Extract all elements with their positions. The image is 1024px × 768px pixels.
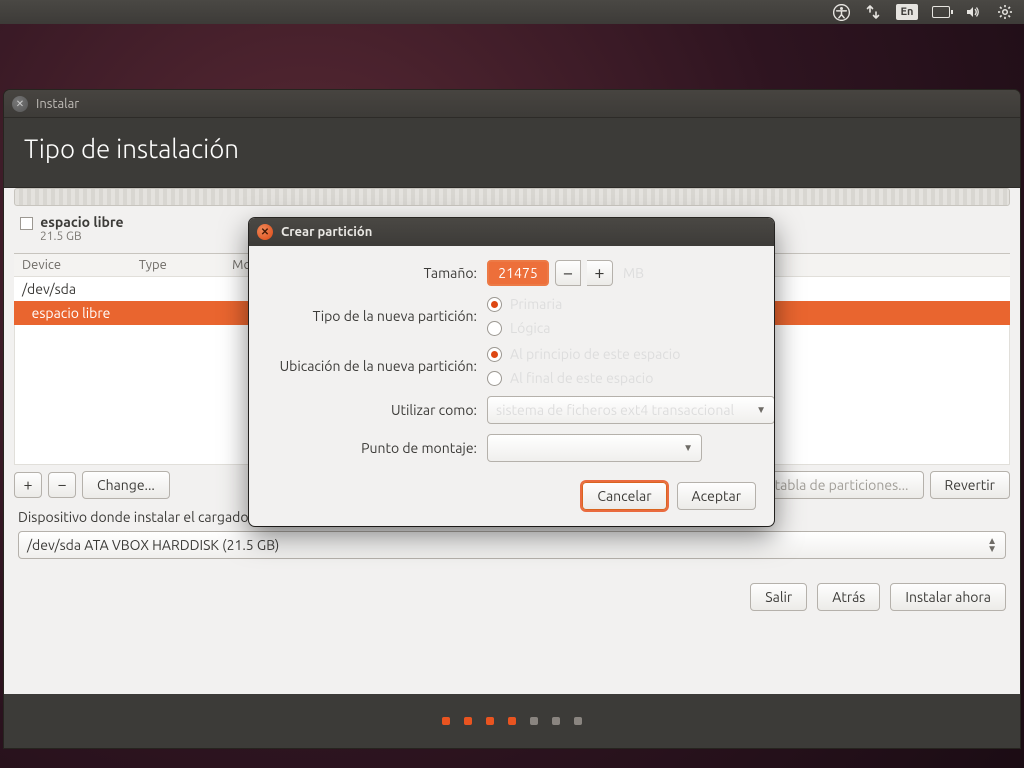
revert-button[interactable]: Revertir <box>930 471 1010 499</box>
dialog-title: Crear partición <box>281 225 372 239</box>
label-use-as: Utilizar como: <box>267 402 487 418</box>
radio-logical[interactable]: Lógica <box>487 320 774 336</box>
window-title: Instalar <box>36 97 79 111</box>
back-button[interactable]: Atrás <box>817 583 880 611</box>
label-size: Tamaño: <box>267 265 487 281</box>
gear-icon[interactable] <box>996 3 1014 21</box>
freespace-name: espacio libre <box>40 214 123 230</box>
install-now-button[interactable]: Instalar ahora <box>890 583 1006 611</box>
label-type: Tipo de la nueva partición: <box>267 308 487 324</box>
pager-dot <box>486 717 494 725</box>
radio-icon <box>487 347 502 362</box>
col-type[interactable]: Type <box>131 254 224 277</box>
use-as-value: sistema de ficheros ext4 transaccional <box>496 402 734 418</box>
system-menubar: En <box>0 0 1024 24</box>
dialog-titlebar: ✕ Crear partición <box>249 218 774 246</box>
chevron-updown-icon: ▲▼ <box>987 537 997 553</box>
close-icon[interactable]: ✕ <box>12 96 28 112</box>
label-mount: Punto de montaje: <box>267 440 487 456</box>
remove-partition-button[interactable]: − <box>48 472 76 498</box>
change-partition-button[interactable]: Change... <box>82 471 170 499</box>
page-title: Tipo de instalación <box>4 118 1020 188</box>
wizard-nav: Salir Atrás Instalar ahora <box>18 583 1006 611</box>
keyboard-layout-indicator[interactable]: En <box>896 4 918 20</box>
partition-strip[interactable] <box>14 188 1010 206</box>
cancel-button[interactable]: Cancelar <box>582 482 666 510</box>
pager-dot <box>574 717 582 725</box>
chevron-down-icon: ▼ <box>756 404 766 416</box>
chevron-down-icon: ▼ <box>683 442 693 454</box>
dialog-actions: Cancelar Aceptar <box>267 482 756 510</box>
size-increment-button[interactable]: + <box>587 260 613 286</box>
col-device[interactable]: Device <box>14 254 131 277</box>
pager-dot <box>464 717 472 725</box>
bootloader-select[interactable]: /dev/sda ATA VBOX HARDDISK (21.5 GB) ▲▼ <box>18 531 1006 559</box>
pager-dot <box>552 717 560 725</box>
create-partition-dialog: ✕ Crear partición Tamaño: 21475 − + MB T… <box>249 218 774 526</box>
pager-dot <box>530 717 538 725</box>
window-titlebar: ✕ Instalar <box>4 90 1020 118</box>
radio-icon <box>487 321 502 336</box>
bootloader-value: /dev/sda ATA VBOX HARDDISK (21.5 GB) <box>27 537 279 553</box>
radio-primary[interactable]: Primaria <box>487 296 774 312</box>
mount-point-select[interactable]: ▼ <box>487 434 702 462</box>
new-partition-table-button[interactable]: tabla de particiones... <box>760 471 924 499</box>
pager-dot <box>508 717 516 725</box>
size-unit: MB <box>623 265 644 281</box>
use-as-select[interactable]: sistema de ficheros ext4 transaccional ▼ <box>487 396 774 424</box>
freespace-checkbox[interactable] <box>20 217 33 230</box>
volume-icon[interactable] <box>964 3 982 21</box>
pager-dot <box>442 717 450 725</box>
battery-icon[interactable] <box>932 3 950 21</box>
radio-icon <box>487 297 502 312</box>
radio-icon <box>487 371 502 386</box>
radio-location-begin[interactable]: Al principio de este espacio <box>487 346 774 362</box>
network-icon[interactable] <box>864 3 882 21</box>
radio-location-end[interactable]: Al final de este espacio <box>487 370 774 386</box>
label-location: Ubicación de la nueva partición: <box>267 358 487 374</box>
ok-button[interactable]: Aceptar <box>677 482 756 510</box>
accessibility-icon[interactable] <box>832 3 850 21</box>
size-decrement-button[interactable]: − <box>555 260 581 286</box>
size-spinner: 21475 − + MB <box>487 260 774 286</box>
size-input[interactable]: 21475 <box>487 260 549 286</box>
add-partition-button[interactable]: + <box>14 472 42 498</box>
quit-button[interactable]: Salir <box>750 583 807 611</box>
pager-dots <box>4 694 1020 748</box>
close-icon[interactable]: ✕ <box>257 224 273 240</box>
